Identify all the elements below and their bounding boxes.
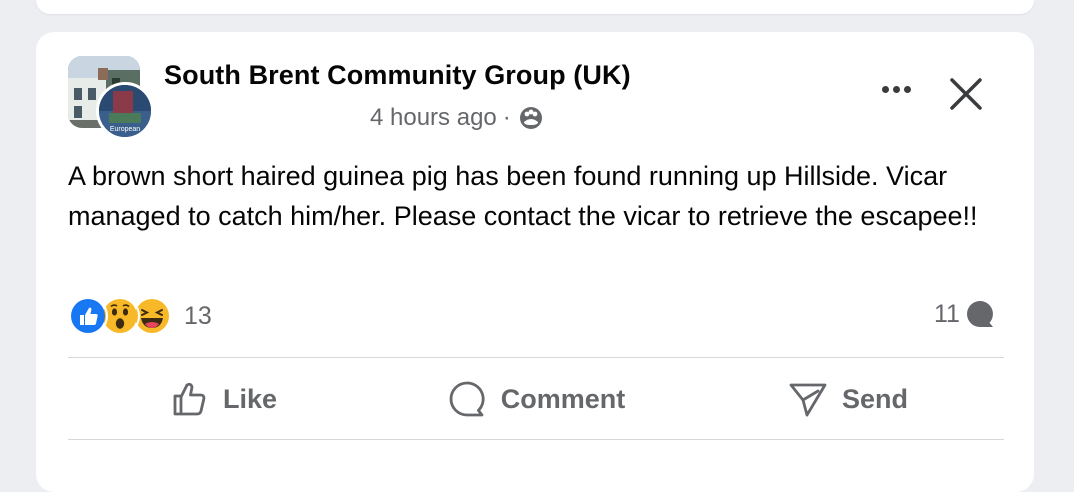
comment-button[interactable]: Comment bbox=[380, 368, 692, 430]
like-button[interactable]: Like bbox=[68, 368, 380, 430]
post-meta: 4 hours ago · bbox=[370, 104, 543, 132]
like-reaction-icon bbox=[68, 296, 108, 336]
more-dot-icon bbox=[881, 85, 889, 93]
like-label: Like bbox=[222, 383, 278, 414]
thumbs-up-icon bbox=[173, 382, 206, 416]
avatar-badge: European bbox=[96, 82, 154, 140]
group-name[interactable]: South Brent Community Group (UK) bbox=[164, 60, 631, 91]
comment-count-text: 11 bbox=[934, 299, 960, 328]
send-icon bbox=[789, 383, 827, 417]
comment-bubble-icon bbox=[966, 301, 993, 327]
send-label: Send bbox=[841, 383, 908, 414]
more-dot-icon bbox=[903, 85, 911, 93]
meta-separator: · bbox=[502, 104, 511, 131]
close-button[interactable] bbox=[944, 72, 988, 116]
send-button[interactable]: Send bbox=[692, 368, 1004, 430]
comment-label: Comment bbox=[500, 383, 626, 414]
group-audience-icon bbox=[519, 106, 543, 130]
more-options-button[interactable] bbox=[874, 74, 918, 104]
comment-count[interactable]: 11 bbox=[934, 298, 996, 330]
reactions-summary[interactable]: 13 bbox=[68, 296, 212, 336]
post-body: A brown short haired guinea pig has been… bbox=[68, 161, 978, 231]
comment-icon bbox=[449, 381, 485, 417]
close-icon bbox=[950, 78, 982, 110]
divider bbox=[68, 357, 1004, 358]
divider bbox=[68, 439, 1004, 440]
previous-post-edge bbox=[36, 0, 1034, 14]
action-bar: Like Comment Send bbox=[68, 368, 1004, 430]
reaction-count: 13 bbox=[184, 301, 212, 330]
post-time[interactable]: 4 hours ago bbox=[370, 104, 497, 132]
post-card: European South Brent Community Group (UK… bbox=[36, 32, 1034, 492]
more-dot-icon bbox=[892, 85, 900, 93]
avatar-badge-text: European bbox=[110, 126, 140, 133]
